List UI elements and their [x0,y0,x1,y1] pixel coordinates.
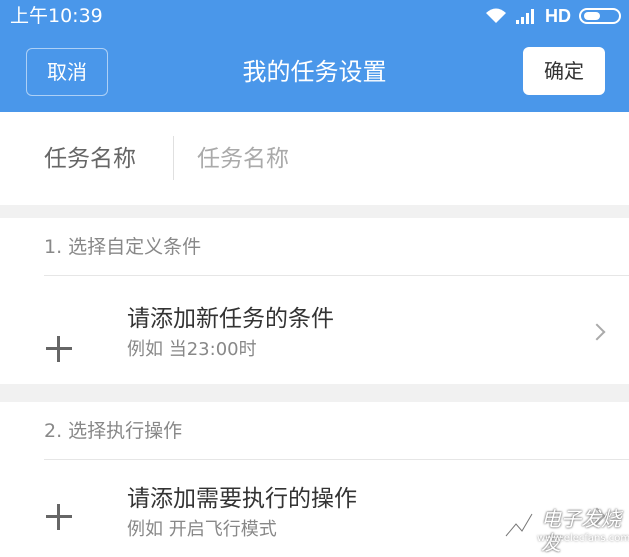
chevron-right-icon [588,323,606,341]
add-action-example: 例如 开启飞行模式 [127,519,277,540]
add-condition-example: 例如 当23:00时 [127,339,257,360]
title-bar: 取消 我的任务设置 确定 [0,32,629,112]
confirm-button[interactable]: 确定 [523,47,605,95]
status-bar: 上午10:39 HD [0,0,629,32]
battery-icon [579,8,621,24]
plus-icon [46,336,72,362]
condition-section-title: 1. 选择自定义条件 [44,236,202,258]
wifi-icon [485,7,507,25]
task-name-divider [173,136,174,180]
add-condition-item[interactable]: 请添加新任务的条件 例如 当23:00时 [0,276,629,376]
signal-icon [515,7,537,25]
task-name-label: 任务名称 [44,146,136,172]
network-type: HD [545,6,571,26]
status-time: 上午10:39 [10,5,103,27]
watermark-logo-icon [501,507,537,543]
app-screen: 上午10:39 HD 取消 我的任务设置 确定 任务名称 任务名称 1. 选择自… [0,0,629,557]
add-action-title: 请添加需要执行的操作 [127,486,357,512]
watermark: 电子发烧友 www.elecfans.com [501,507,629,555]
watermark-text: 电子发烧友 [541,507,621,555]
status-icons: HD [485,4,621,28]
add-condition-title: 请添加新任务的条件 [127,306,334,332]
action-section-title: 2. 选择执行操作 [44,420,183,442]
plus-icon [46,504,72,530]
task-name-input[interactable] [197,144,597,174]
header: 上午10:39 HD 取消 我的任务设置 确定 [0,0,629,112]
watermark-url: www.elecfans.com [537,533,629,544]
condition-section: 1. 选择自定义条件 请添加新任务的条件 例如 当23:00时 [0,218,629,384]
